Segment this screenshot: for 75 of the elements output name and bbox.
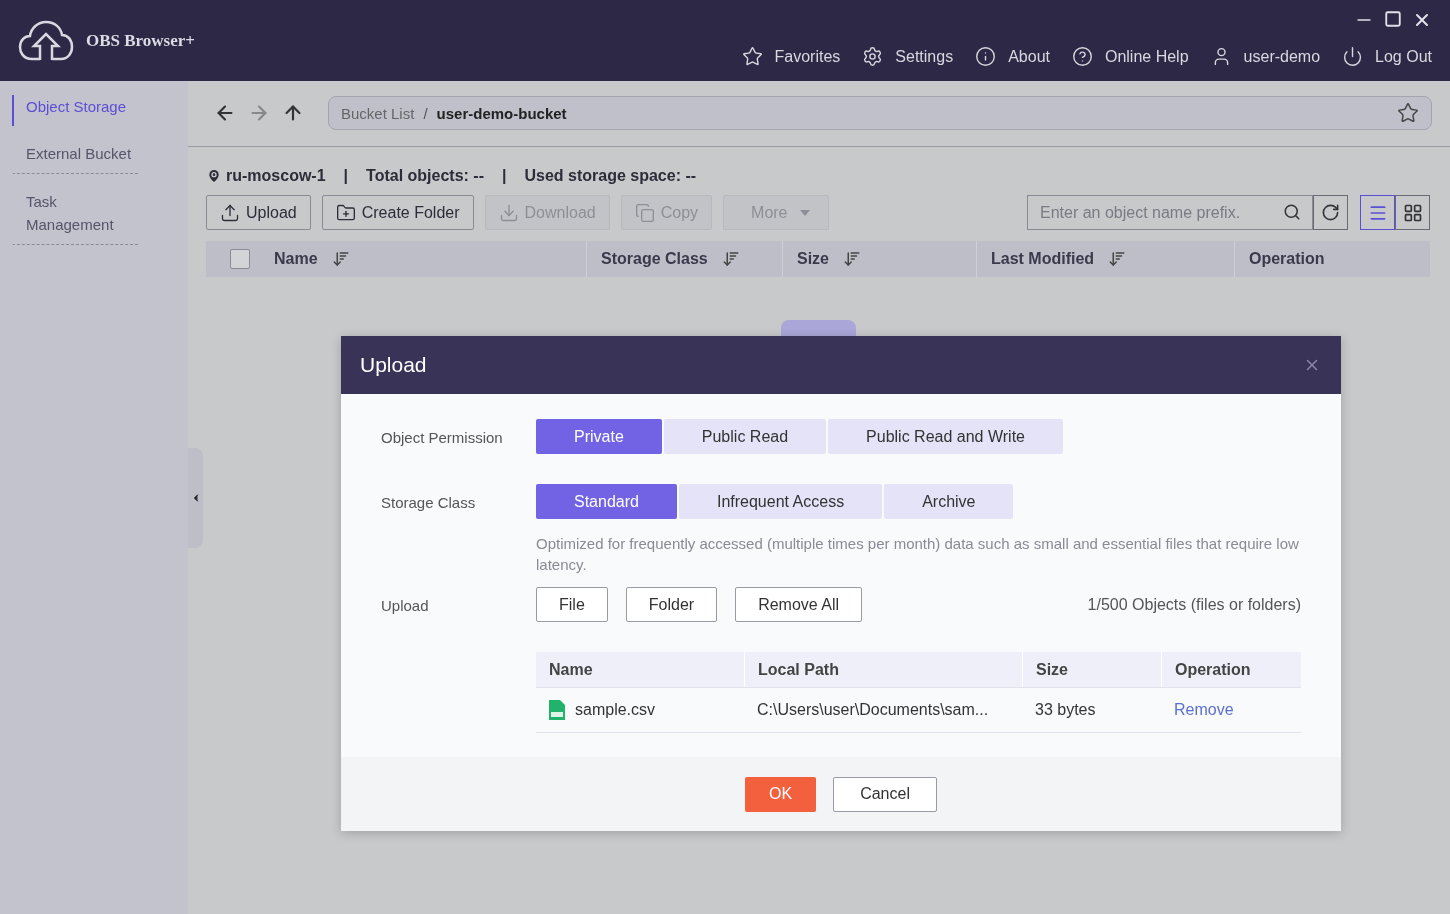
object-count: 1/500 Objects (files or folders) (1087, 595, 1301, 614)
sort-icon[interactable] (843, 250, 861, 268)
dialog-title: Upload (360, 353, 427, 377)
nav-link[interactable]: About (975, 46, 1050, 67)
maximize-icon[interactable] (1384, 10, 1402, 28)
permission-option[interactable]: Public Read (663, 419, 827, 454)
permission-option[interactable]: Public Read and Write (828, 419, 1063, 454)
column-header: Name (548, 659, 594, 680)
column-header: Operation (1161, 652, 1301, 687)
view-toggle-button[interactable] (1360, 195, 1395, 230)
cloud-upload-icon (18, 19, 74, 62)
storage-class-option[interactable]: Archive (884, 484, 1014, 519)
field-label: Storage Class (381, 493, 477, 511)
pipe-text: | (502, 167, 507, 185)
storage-class-option[interactable]: Infrequent Access (678, 484, 883, 519)
breadcrumb-slash: / (422, 104, 429, 122)
search-icon[interactable] (1283, 203, 1301, 221)
star-icon (741, 46, 763, 67)
grid-view-icon (1402, 202, 1423, 223)
column-header[interactable]: Size (797, 250, 829, 268)
refresh-icon (1321, 203, 1340, 222)
app-title: OBS Browser+ (86, 30, 195, 51)
nav-link[interactable]: Online Help (1071, 46, 1189, 67)
storage-class-description: Optimized for frequently accessed (multiple times per month) data such as small and essential files that require low latency. (536, 534, 1300, 575)
field-label: Object Permission (381, 428, 504, 446)
upload-icon (220, 202, 240, 223)
column-header: Local Path (744, 652, 1022, 687)
file-button[interactable]: File (536, 587, 608, 622)
spreadsheet-file-icon (549, 700, 565, 720)
search-field[interactable]: Enter an object name prefix. (1027, 195, 1313, 230)
table-cell-text: 33 bytes (1034, 700, 1097, 720)
view-toggle-button[interactable] (1395, 195, 1430, 230)
column-header[interactable]: Operation (1249, 250, 1325, 268)
toolbar-button[interactable]: Create Folder (321, 195, 474, 230)
file-name: sample.csv (575, 701, 656, 719)
breadcrumb-item[interactable]: user-demo-bucket (436, 104, 567, 122)
folder-button[interactable]: Folder (625, 587, 718, 622)
column-header[interactable]: Name (274, 250, 318, 268)
copy-icon (634, 202, 655, 223)
sort-icon[interactable] (721, 250, 740, 268)
select-all-checkbox[interactable] (230, 249, 250, 269)
remove-link[interactable]: Remove (1174, 701, 1234, 719)
info-icon (975, 46, 997, 67)
storage-class-option[interactable]: Standard (536, 484, 677, 519)
toolbar-button[interactable]: Upload (206, 195, 311, 230)
power-icon (1342, 46, 1364, 67)
download-icon (498, 202, 519, 223)
refresh-button[interactable] (1313, 195, 1348, 230)
sort-icon[interactable] (331, 250, 350, 268)
sort-icon[interactable] (1108, 250, 1127, 268)
nav-link[interactable]: user-demo (1210, 46, 1321, 67)
sidebar-item[interactable]: Task Management (12, 190, 138, 245)
sidebar-item[interactable]: External Bucket (12, 142, 138, 174)
nav-link[interactable]: Settings (862, 46, 954, 67)
info-text: ru-moscow-1 (226, 167, 326, 185)
nav-link[interactable]: Favorites (741, 46, 841, 67)
info-text: Used storage space: -- (524, 167, 697, 185)
folder-plus-icon (335, 202, 356, 223)
column-header[interactable]: Last Modified (991, 250, 1095, 268)
caret-icon (799, 209, 810, 216)
column-header: Size (1022, 652, 1161, 687)
permission-option[interactable]: Private (536, 419, 662, 454)
table-cell-text: C:\Users\user\Documents\sam... (756, 700, 990, 720)
info-text: Total objects: -- (366, 167, 484, 185)
cancel-button[interactable]: Cancel (833, 776, 937, 812)
collapse-handle[interactable] (188, 448, 203, 548)
star-icon[interactable] (1397, 102, 1419, 124)
help-icon (1071, 46, 1093, 67)
pipe-text: | (343, 167, 349, 185)
nav-link[interactable]: Log Out (1342, 46, 1432, 67)
column-header[interactable]: Storage Class (601, 250, 708, 268)
location-pin-icon (206, 168, 222, 184)
field-label: Upload (381, 596, 430, 614)
gear-icon (862, 46, 884, 67)
remove-all-button[interactable]: Remove All (735, 587, 863, 622)
